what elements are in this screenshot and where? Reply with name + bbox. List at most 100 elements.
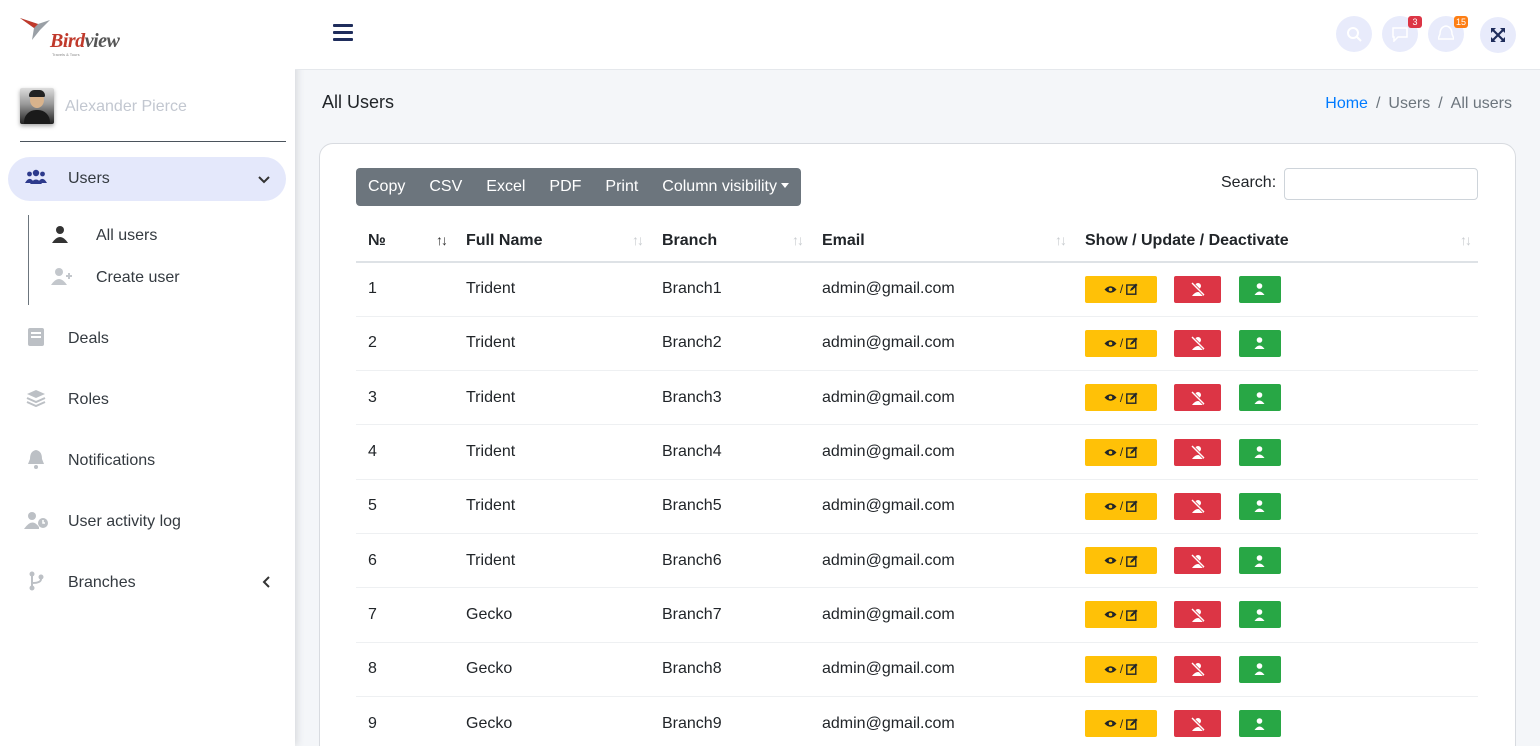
- sort-icon: ↑↓: [632, 232, 644, 248]
- sidebar-item-create-user[interactable]: Create user: [29, 257, 286, 299]
- view-edit-button[interactable]: /: [1085, 492, 1157, 520]
- activate-user-button[interactable]: [1238, 275, 1281, 303]
- sidebar-item-all-users[interactable]: All users: [29, 215, 286, 257]
- activate-user-button[interactable]: [1238, 329, 1281, 357]
- print-button[interactable]: Print: [593, 168, 650, 206]
- breadcrumb-users[interactable]: Users: [1388, 95, 1430, 112]
- column-header-actions[interactable]: Show / Update / Deactivate ↑↓: [1073, 220, 1478, 263]
- sidebar-subitem-label: All users: [96, 227, 158, 244]
- bird-logo-icon: [20, 18, 50, 40]
- activate-user-button[interactable]: [1238, 601, 1281, 629]
- page-title: All Users: [322, 92, 395, 112]
- sort-icon: ↑↓: [1055, 232, 1067, 248]
- cell-full-name: Gecko: [454, 642, 650, 697]
- cell-number: 8: [356, 642, 454, 697]
- users-card: Copy CSV Excel PDF Print Column visibili…: [319, 143, 1516, 746]
- sidebar-item-roles[interactable]: Roles: [8, 378, 286, 422]
- cell-actions: /: [1073, 370, 1478, 426]
- activate-user-button[interactable]: [1238, 384, 1281, 412]
- search-button[interactable]: [1336, 16, 1372, 52]
- sidebar-item-branches[interactable]: Branches: [8, 561, 286, 605]
- sidebar-item-label: User activity log: [68, 513, 181, 530]
- pdf-button[interactable]: PDF: [537, 168, 593, 206]
- search-label: Search:: [1221, 174, 1277, 191]
- sidebar-item-notifications[interactable]: Notifications: [8, 439, 286, 483]
- activate-user-button[interactable]: [1238, 655, 1281, 683]
- topbar: 3 15: [295, 0, 1540, 70]
- deactivate-user-button[interactable]: [1174, 275, 1222, 303]
- excel-button[interactable]: Excel: [474, 168, 537, 206]
- column-header-email[interactable]: Email ↑↓: [810, 220, 1073, 263]
- cell-actions: /: [1073, 262, 1478, 317]
- sidebar-item-label: Roles: [68, 391, 109, 408]
- copy-button[interactable]: Copy: [356, 168, 417, 206]
- edit-icon: [1126, 337, 1138, 350]
- user-slash-icon: [1190, 662, 1206, 677]
- column-header-full-name[interactable]: Full Name ↑↓: [454, 220, 650, 263]
- brand-logo[interactable]: Birdview Travels & Tours: [18, 14, 128, 57]
- activate-user-button[interactable]: [1238, 438, 1281, 466]
- user-slash-icon: [1190, 553, 1206, 568]
- deactivate-user-button[interactable]: [1174, 384, 1222, 412]
- eye-icon: [1104, 394, 1117, 401]
- sidebar-item-deals[interactable]: Deals: [8, 317, 286, 361]
- avatar[interactable]: [20, 88, 54, 124]
- csv-button[interactable]: CSV: [417, 168, 474, 206]
- cell-number: 5: [356, 479, 454, 534]
- view-edit-button[interactable]: /: [1085, 329, 1157, 357]
- view-edit-button[interactable]: /: [1085, 547, 1157, 575]
- view-edit-button[interactable]: /: [1085, 710, 1157, 738]
- activate-user-button[interactable]: [1238, 547, 1281, 575]
- table-row: 5 Trident Branch5 admin@gmail.com /: [356, 479, 1478, 534]
- activate-user-button[interactable]: [1238, 492, 1281, 520]
- user-icon: [1254, 391, 1265, 404]
- fullscreen-button[interactable]: [1480, 17, 1516, 53]
- cell-actions: /: [1073, 479, 1478, 534]
- cell-number: 3: [356, 370, 454, 426]
- view-edit-button[interactable]: /: [1085, 655, 1157, 683]
- activate-user-button[interactable]: [1238, 710, 1281, 738]
- eye-icon: [1104, 720, 1117, 727]
- deactivate-user-button[interactable]: [1174, 492, 1222, 520]
- breadcrumb-home[interactable]: Home: [1325, 95, 1368, 112]
- cell-branch: Branch9: [650, 696, 810, 746]
- edit-icon: [1126, 555, 1138, 567]
- deactivate-user-button[interactable]: [1174, 710, 1222, 738]
- deactivate-user-button[interactable]: [1174, 655, 1222, 683]
- column-visibility-button[interactable]: Column visibility: [650, 168, 801, 206]
- deactivate-user-button[interactable]: [1174, 329, 1222, 357]
- cell-email: admin@gmail.com: [810, 479, 1073, 534]
- brand-name: Birdview: [50, 30, 120, 52]
- sidebar-item-user-activity-log[interactable]: User activity log: [8, 500, 286, 544]
- deactivate-user-button[interactable]: [1174, 601, 1222, 629]
- user-icon: [1254, 554, 1265, 567]
- cell-actions: /: [1073, 587, 1478, 643]
- column-header-branch[interactable]: Branch ↑↓: [650, 220, 810, 263]
- table-body: 1 Trident Branch1 admin@gmail.com / 2 Tr…: [356, 262, 1478, 746]
- view-edit-button[interactable]: /: [1085, 384, 1157, 412]
- sidebar-item-users[interactable]: Users: [8, 157, 286, 201]
- view-edit-button[interactable]: /: [1085, 438, 1157, 466]
- deactivate-user-button[interactable]: [1174, 547, 1222, 575]
- view-edit-button[interactable]: /: [1085, 601, 1157, 629]
- cell-branch: Branch8: [650, 642, 810, 697]
- sidebar-item-label: Notifications: [68, 452, 156, 469]
- deactivate-user-button[interactable]: [1174, 438, 1222, 466]
- menu-toggle-icon[interactable]: [333, 24, 353, 42]
- sidebar-subitem-label: Create user: [96, 269, 180, 286]
- cell-email: admin@gmail.com: [810, 696, 1073, 746]
- sort-icon: ↑↓: [1460, 232, 1472, 248]
- column-header-number[interactable]: № ↑↓: [356, 220, 454, 263]
- eye-icon: [1104, 665, 1117, 673]
- user-name[interactable]: Alexander Pierce: [65, 98, 187, 116]
- cell-email: admin@gmail.com: [810, 262, 1073, 317]
- messages-button[interactable]: 3: [1382, 16, 1422, 52]
- search-input[interactable]: [1284, 168, 1478, 200]
- chevron-down-icon: [258, 172, 270, 187]
- cell-actions: /: [1073, 533, 1478, 589]
- user-clock-icon: [24, 511, 48, 534]
- edit-icon: [1126, 500, 1138, 513]
- edit-icon: [1126, 392, 1138, 404]
- notifications-button[interactable]: 15: [1428, 16, 1468, 52]
- view-edit-button[interactable]: /: [1085, 275, 1157, 303]
